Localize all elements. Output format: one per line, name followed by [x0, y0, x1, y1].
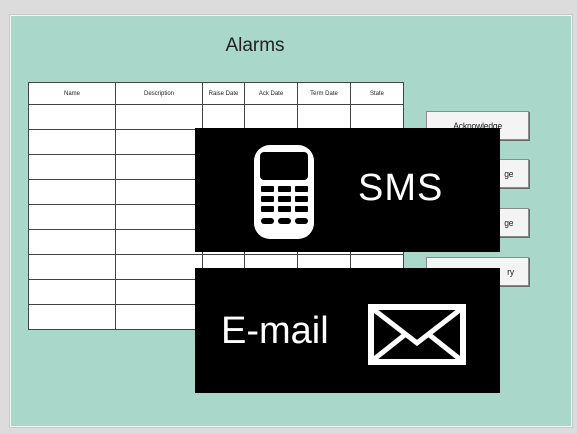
table-header-row: Name Description Raise Date Ack Date Ter…	[28, 82, 404, 105]
column-header-raise-date[interactable]: Raise Date	[202, 82, 245, 105]
column-header-description[interactable]: Description	[115, 82, 203, 105]
page-title: Alarms	[225, 35, 285, 56]
table-row[interactable]	[28, 104, 404, 130]
column-header-state[interactable]: State	[350, 82, 404, 105]
mobile-phone-icon	[254, 145, 314, 239]
envelope-icon	[368, 304, 466, 365]
sms-overlay: SMS	[195, 128, 500, 252]
email-overlay: E-mail	[195, 268, 500, 393]
column-header-name[interactable]: Name	[28, 82, 116, 105]
email-label: E-mail	[221, 310, 329, 352]
column-header-term-date[interactable]: Term Date	[297, 82, 351, 105]
column-header-ack-date[interactable]: Ack Date	[244, 82, 298, 105]
sms-label: SMS	[358, 167, 444, 209]
